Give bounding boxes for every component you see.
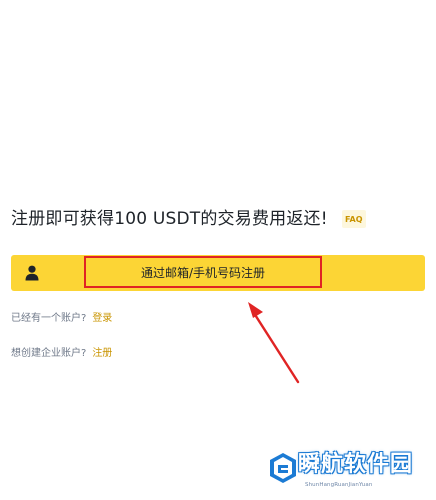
email-phone-signup-button[interactable]: 通过邮箱/手机号码注册 (84, 256, 322, 288)
login-row: 已经有一个账户? 登录 (11, 312, 112, 326)
faq-link[interactable]: FAQ (341, 210, 366, 228)
login-prompt: 已经有一个账户? (11, 313, 87, 324)
annotation-arrow-icon (248, 302, 300, 384)
signup-headline-row: 注册即可获得100 USDT的交易费用返还! FAQ (11, 207, 366, 231)
watermark: 瞬航软件园 ShunHangRuanJianYuan (268, 448, 433, 498)
enterprise-row: 想创建企业账户? 注册 (11, 347, 112, 361)
enterprise-prompt: 想创建企业账户? (11, 348, 87, 359)
signup-headline: 注册即可获得100 USDT的交易费用返还! (11, 209, 328, 229)
watermark-title: 瞬航软件园 (298, 452, 414, 477)
email-phone-signup-bar[interactable]: 通过邮箱/手机号码注册 (11, 255, 425, 291)
watermark-logo-icon (270, 453, 296, 483)
user-icon (25, 265, 39, 281)
login-link[interactable]: 登录 (92, 313, 112, 324)
watermark-subtitle: ShunHangRuanJianYuan (305, 482, 373, 488)
email-phone-signup-label: 通过邮箱/手机号码注册 (140, 265, 266, 280)
enterprise-register-link[interactable]: 注册 (92, 348, 112, 359)
